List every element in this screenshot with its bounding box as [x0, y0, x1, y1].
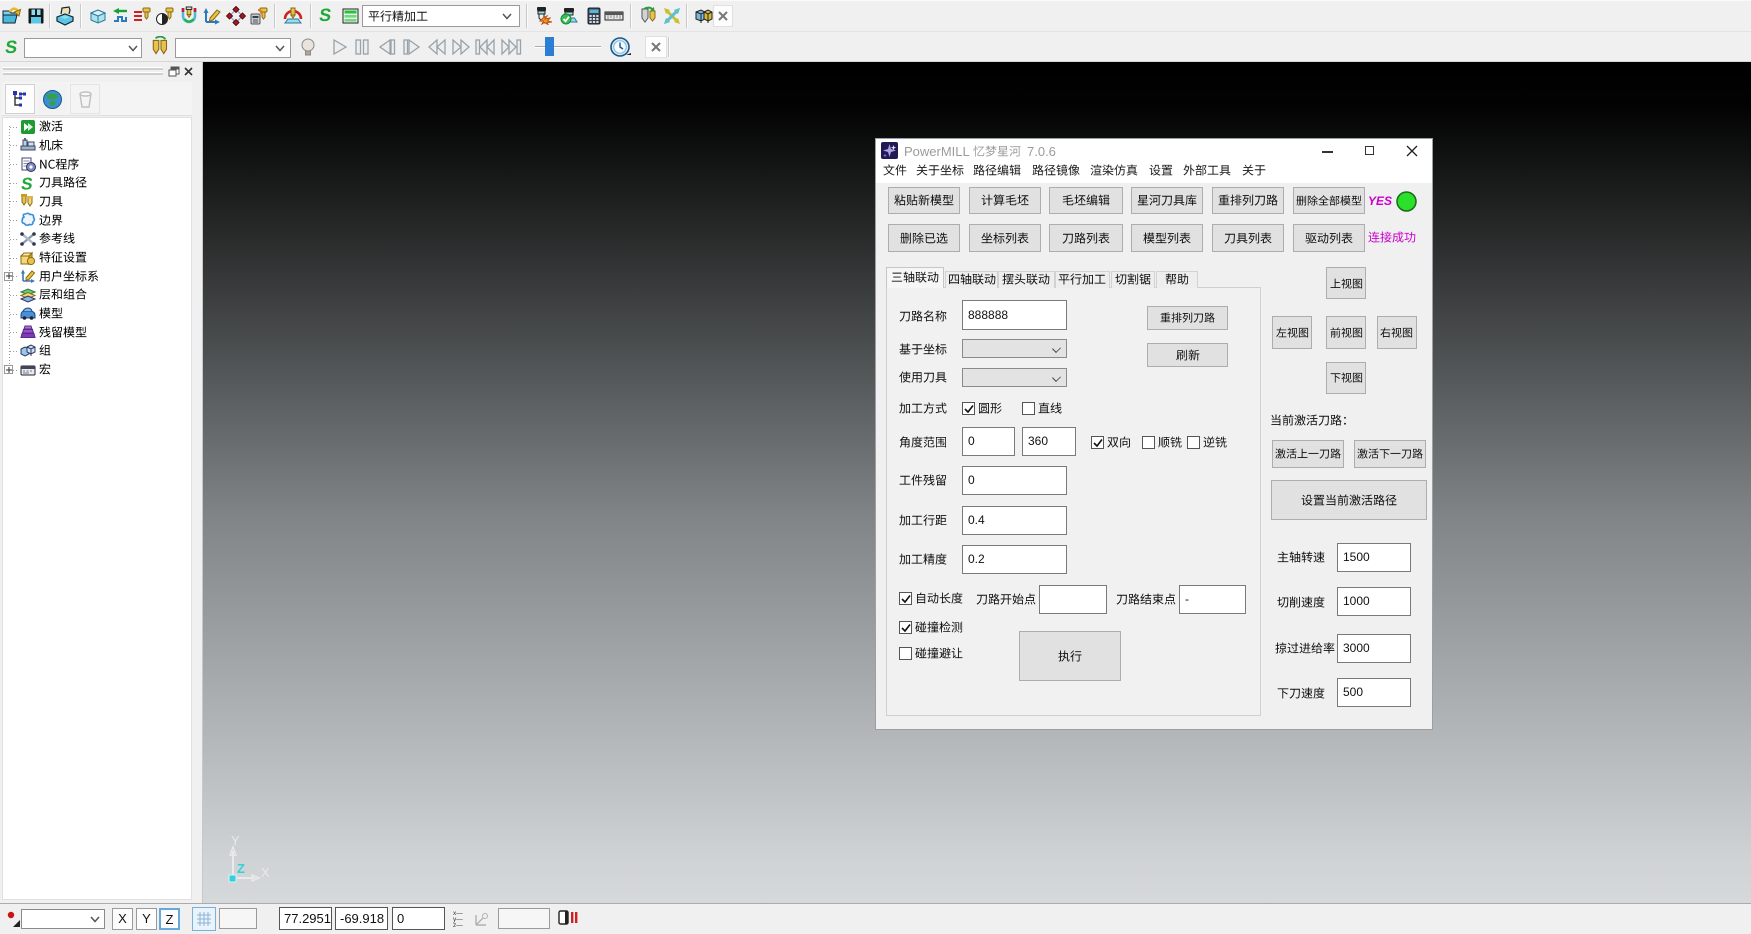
svg-text:S: S: [20, 175, 34, 191]
svg-text:Z: Z: [237, 861, 245, 876]
svg-text:X: X: [261, 865, 270, 880]
svg-text:S: S: [4, 38, 19, 55]
svg-text:S: S: [318, 6, 333, 23]
svg-text:Y: Y: [231, 833, 240, 848]
svg-text:z—: z—: [453, 922, 463, 929]
